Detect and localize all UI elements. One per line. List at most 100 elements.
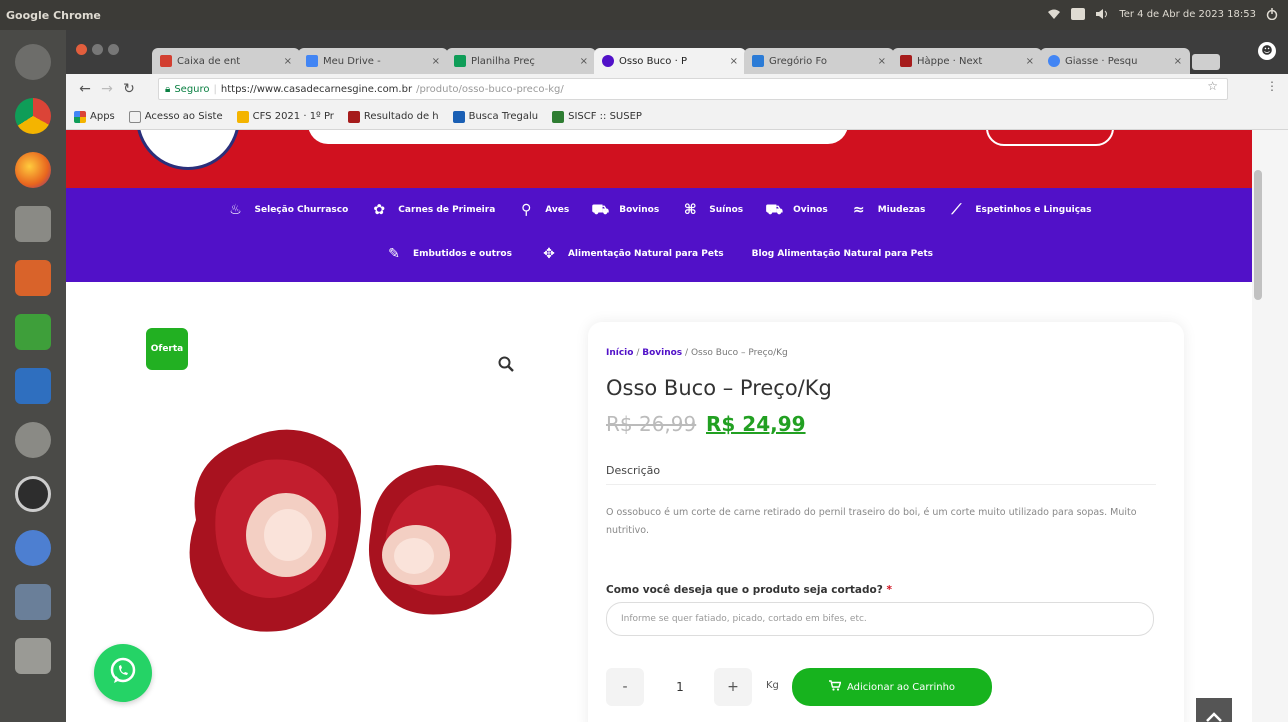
update-launcher-icon[interactable] [8,470,58,518]
magnify-icon[interactable] [498,356,516,374]
product-image[interactable] [176,410,516,650]
nav-ovinos[interactable]: ⛟ Ovinos [765,202,828,218]
keyboard-layout-icon[interactable] [1071,8,1086,20]
bookmark-apps[interactable]: Apps [74,110,115,123]
nav-suinos[interactable]: ⌘ Suínos [681,202,743,218]
bookmark-cfs[interactable]: CFS 2021 · 1º Pr [236,110,334,123]
tab-label: Caixa de ent [177,55,241,67]
clock[interactable]: Ter 4 de Abr de 2023 18:53 [1119,9,1256,20]
profile-icon[interactable]: ☻ [1258,42,1276,60]
drumstick-icon: ⚲ [521,202,532,218]
breadcrumb-home-link[interactable]: Início [606,348,633,358]
header-account-button[interactable] [986,130,1114,146]
tab-close-icon[interactable]: × [1026,56,1034,67]
tab-close-icon[interactable]: × [284,56,292,67]
trash-launcher-icon[interactable] [8,632,58,680]
tab-osso-buco[interactable]: Osso Buco · P × [594,48,746,74]
tab-gregorio[interactable]: Gregório Fo × [744,48,894,74]
impress-launcher-icon[interactable] [8,254,58,302]
nav-aves[interactable]: ⚲ Aves [517,202,569,218]
tab-strip: Caixa de ent × Meu Drive - × Planilha Pr… [66,30,1288,74]
settings-launcher-icon[interactable] [8,416,58,464]
volume-icon[interactable] [1095,8,1109,20]
files-launcher-icon[interactable] [8,200,58,248]
back-arrow-icon[interactable]: ← [74,81,96,97]
scrollbar-thumb[interactable] [1254,170,1262,300]
bookmark-siscf[interactable]: SISCF :: SUSEP [552,110,642,123]
bookmark-acesso[interactable]: Acesso ao Siste [128,110,223,123]
tab-google-search[interactable]: Giasse · Pesqu × [1040,48,1190,74]
tab-close-icon[interactable]: × [432,56,440,67]
bookmark-label: CFS 2021 · 1º Pr [252,111,334,122]
bookmark-label: SISCF :: SUSEP [568,111,642,122]
tab-close-icon[interactable]: × [580,56,588,67]
nav-embutidos[interactable]: ✎ Embutidos e outros [385,246,512,262]
add-to-cart-button[interactable]: Adicionar ao Carrinho [792,668,992,706]
quantity-decrease-button[interactable]: - [606,668,644,706]
window-close-button[interactable] [76,44,87,55]
whatsapp-chat-button[interactable] [94,644,152,702]
drive-favicon-icon [306,55,318,67]
tab-close-icon[interactable]: × [730,56,738,67]
wifi-icon[interactable] [1047,8,1061,20]
chromium-launcher-icon[interactable] [8,524,58,572]
dash-launcher-icon[interactable] [8,38,58,86]
bookmark-label: Busca Tregalu [468,111,539,122]
tab-close-icon[interactable]: × [878,56,886,67]
window-minimize-button[interactable] [92,44,103,55]
drive-icon [236,110,249,123]
quantity-increase-button[interactable]: + [714,668,752,706]
sale-badge: Oferta [146,328,188,370]
window-maximize-button[interactable] [108,44,119,55]
site-header [66,130,1252,188]
page-favicon-icon [752,55,764,67]
site-logo[interactable] [136,130,240,170]
nav-carnes-de-primeira[interactable]: ✿ Carnes de Primeira [370,202,495,218]
add-to-cart-label: Adicionar ao Carrinho [846,681,956,693]
new-tab-button[interactable] [1192,54,1220,70]
nav-miudezas[interactable]: ≈ Miudezas [850,202,926,218]
site-icon [347,110,360,123]
category-nav-row-1: ♨ Seleção Churrasco ✿ Carnes de Primeira ⚲… [66,202,1252,218]
cut-option-input[interactable]: Informe se quer fatiado, picado, cortado… [606,602,1154,636]
breadcrumb-separator: / [633,348,643,358]
lock-icon: 🔒︎ [165,83,171,95]
nav-label: Suínos [709,205,744,215]
nav-label: Ovinos [793,205,828,215]
quantity-input[interactable]: 1 [660,668,700,706]
tab-planilha[interactable]: Planilha Preç × [446,48,596,74]
nav-espetinhos[interactable]: ⟋ Espetinhos e Linguiças [947,202,1091,218]
forward-arrow-icon[interactable]: → [96,81,118,97]
address-bar[interactable]: 🔒︎ Seguro | https://www.casadecarnesgine… [158,78,1228,100]
secure-label: Seguro [174,83,210,95]
pig-icon: ⌘ [683,202,697,218]
whatsapp-icon [108,656,138,690]
nav-selecao-churrasco[interactable]: ♨ Seleção Churrasco [227,202,348,218]
nav-blog-pets[interactable]: Blog Alimentação Natural para Pets [752,249,933,259]
tab-label: Planilha Preç [471,55,535,67]
nav-alimentacao-pets[interactable]: ✥ Alimentação Natural para Pets [540,246,724,262]
chrome-menu-icon[interactable]: ⋮ [1266,79,1278,93]
back-to-top-button[interactable] [1196,698,1232,722]
nav-label: Carnes de Primeira [398,205,496,215]
calc-launcher-icon[interactable] [8,308,58,356]
breadcrumb-category-link[interactable]: Bovinos [642,348,682,358]
remmina-launcher-icon[interactable] [8,578,58,626]
firefox-launcher-icon[interactable] [8,146,58,194]
tab-happe[interactable]: Hàppe · Next × [892,48,1042,74]
bookmark-star-icon[interactable]: ☆ [1207,79,1218,93]
tab-meu-drive[interactable]: Meu Drive - × [298,48,448,74]
tab-caixa-de-entrada[interactable]: Caixa de ent × [152,48,300,74]
bookmark-busca[interactable]: Busca Tregalu [452,110,539,123]
power-icon[interactable] [1266,8,1280,21]
reload-icon[interactable]: ↻ [118,81,140,97]
chrome-launcher-icon[interactable] [8,92,58,140]
tab-label: Osso Buco · P [619,55,687,67]
tab-close-icon[interactable]: × [1174,56,1182,67]
site-search-box[interactable] [308,130,848,144]
description-text: O ossobuco é um corte de carne retirado … [606,507,1137,536]
description-heading: Descrição [606,464,661,477]
bookmark-resultado[interactable]: Resultado de h [347,110,439,123]
nav-bovinos[interactable]: ⛟ Bovinos [591,202,659,218]
writer-launcher-icon[interactable] [8,362,58,410]
